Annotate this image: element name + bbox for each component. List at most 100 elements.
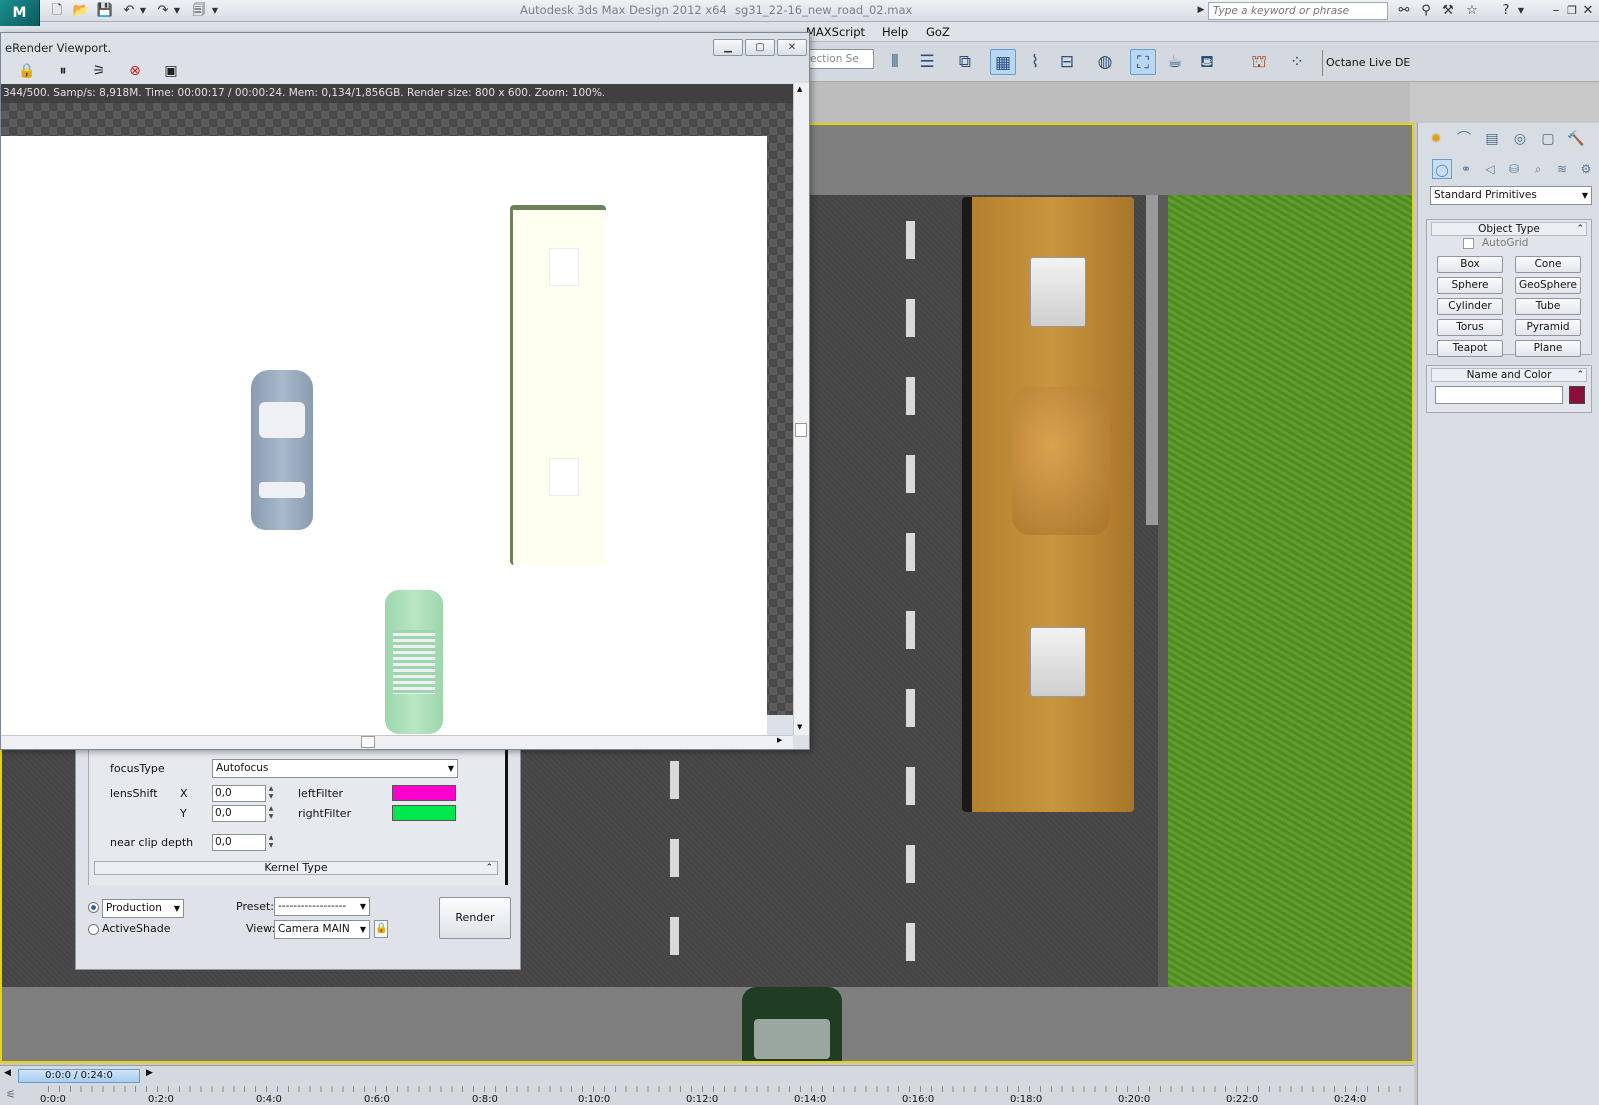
box-button[interactable]: Box <box>1437 256 1503 273</box>
torus-button[interactable]: Torus <box>1437 319 1503 336</box>
lock-view-icon[interactable]: 🔒 <box>374 920 388 938</box>
octane-live-button[interactable]: Octane Live DE <box>1322 50 1410 76</box>
shapes-icon[interactable]: ⚭ <box>1456 159 1476 179</box>
new-file-icon[interactable]: 🗋 <box>48 2 66 19</box>
helpers-icon[interactable]: ⌕ <box>1528 159 1548 179</box>
scroll-thumb[interactable] <box>361 736 375 748</box>
redo-icon[interactable]: ↷ <box>154 2 172 19</box>
menu-maxscript[interactable]: MAXScript <box>806 25 865 39</box>
communication-center-icon[interactable]: ⚒ <box>1438 1 1458 20</box>
modify-tab-icon[interactable]: ⌒ <box>1452 127 1476 151</box>
autogrid-checkbox[interactable] <box>1463 238 1474 249</box>
scroll-right-icon[interactable]: ▶ <box>777 736 782 744</box>
cameras-icon[interactable]: ⛁ <box>1504 159 1524 179</box>
undo-icon[interactable]: ↶ <box>120 2 138 19</box>
preset-dropdown[interactable]: ------------------ ▼ <box>274 897 370 916</box>
cylinder-button[interactable]: Cylinder <box>1437 298 1503 315</box>
teapot-button[interactable]: Teapot <box>1437 340 1503 357</box>
window-maximize-icon[interactable]: ▢ <box>745 39 775 56</box>
curve-editor-icon[interactable]: ⌇ <box>1022 49 1048 75</box>
rendered-frame-window-icon[interactable]: ☕ <box>1162 49 1188 75</box>
scroll-up-icon[interactable]: ▲ <box>797 85 802 93</box>
particle-icon[interactable]: ⁘ <box>1284 49 1310 75</box>
lens-shift-y-field[interactable]: 0,0 <box>212 805 266 822</box>
name-and-color-header[interactable]: Name and Color ⌃ <box>1431 368 1587 382</box>
view-dropdown[interactable]: Camera MAIN ▼ <box>274 920 370 939</box>
near-clip-field[interactable]: 0,0 <box>212 834 266 851</box>
time-slider-left-arrow[interactable]: ◀ <box>4 1068 11 1078</box>
primitive-category-dropdown[interactable]: Standard Primitives ▼ <box>1430 186 1592 205</box>
binoculars-icon[interactable]: ⚯ <box>1394 1 1414 20</box>
geosphere-button[interactable]: GeoSphere <box>1515 277 1581 294</box>
time-slider[interactable]: 0:0:0 / 0:24:0 <box>18 1069 140 1083</box>
help-dropdown-icon[interactable]: ▼ <box>1516 1 1526 20</box>
graphite-ribbon-icon[interactable]: ▦ <box>990 49 1016 75</box>
kernel-type-header[interactable]: Kernel Type ⌃ <box>94 861 498 875</box>
left-filter-color-swatch[interactable] <box>392 785 456 801</box>
render-output-image[interactable] <box>1 136 767 738</box>
save-icon[interactable]: 💾 <box>96 2 114 19</box>
activeshade-radio[interactable] <box>88 924 99 935</box>
help-icon[interactable]: ? <box>1496 1 1516 20</box>
project-folder-icon[interactable]: 🗐 <box>190 2 208 19</box>
window-close-icon[interactable]: ✕ <box>777 39 807 56</box>
application-menu-button[interactable]: M <box>0 0 40 26</box>
stop-render-icon[interactable]: ⊗ <box>123 61 147 81</box>
open-folder-icon[interactable]: 📂 <box>72 2 90 19</box>
vertical-scrollbar[interactable]: ▲ ▼ <box>793 83 809 735</box>
timeline-ruler[interactable] <box>48 1086 1408 1105</box>
time-slider-right-arrow[interactable]: ▶ <box>146 1068 153 1078</box>
focus-picker-icon[interactable]: ⚞ <box>87 61 111 81</box>
subscription-icon[interactable]: ⚲ <box>1416 1 1436 20</box>
plane-button[interactable]: Plane <box>1515 340 1581 357</box>
lens-shift-x-field[interactable]: 0,0 <box>212 785 266 802</box>
anchor-tool-icon[interactable]: ⛫ <box>1246 49 1272 75</box>
systems-icon[interactable]: ⚙ <box>1576 159 1596 179</box>
utilities-tab-icon[interactable]: 🔨 <box>1564 127 1588 151</box>
production-dropdown[interactable]: Production ▼ <box>102 899 184 918</box>
object-name-field[interactable] <box>1435 386 1563 404</box>
menu-goz[interactable]: GoZ <box>926 25 950 39</box>
qat-dropdown-icon[interactable]: ▼ <box>210 2 220 19</box>
scroll-thumb[interactable] <box>795 423 807 437</box>
named-selection-set-dropdown[interactable]: ection Se <box>806 49 874 69</box>
bus-model[interactable] <box>962 197 1134 812</box>
material-editor-icon[interactable]: ◍ <box>1092 49 1118 75</box>
restore-icon[interactable]: ❐ <box>1564 1 1580 20</box>
right-filter-color-swatch[interactable] <box>392 805 456 821</box>
menu-help[interactable]: Help <box>882 25 908 39</box>
minimize-icon[interactable]: – <box>1548 1 1564 20</box>
dark-green-car-model[interactable] <box>742 987 842 1061</box>
tube-button[interactable]: Tube <box>1515 298 1581 315</box>
focus-type-dropdown[interactable]: Autofocus ▼ <box>212 759 458 778</box>
object-color-swatch[interactable] <box>1569 386 1585 404</box>
hierarchy-tab-icon[interactable]: ▤ <box>1480 127 1504 151</box>
lights-icon[interactable]: ◁ <box>1480 159 1500 179</box>
render-production-icon[interactable]: ⛾ <box>1194 49 1220 75</box>
pause-icon[interactable]: ⏸ <box>51 61 75 81</box>
mirror-icon[interactable]: ⫴ <box>882 49 908 75</box>
production-radio[interactable] <box>88 902 99 913</box>
curve-editor-toggle-icon[interactable]: ⚟ <box>6 1088 30 1104</box>
space-warps-icon[interactable]: ≋ <box>1552 159 1572 179</box>
spinner-icon[interactable]: ▲ ▼ <box>266 785 276 802</box>
search-input[interactable] <box>1208 2 1388 20</box>
geometry-icon[interactable]: ◯ <box>1432 159 1452 179</box>
display-tab-icon[interactable]: ▢ <box>1536 127 1560 151</box>
lock-icon[interactable]: 🔒 <box>15 61 39 81</box>
spinner-icon[interactable]: ▲ ▼ <box>266 805 276 822</box>
pyramid-button[interactable]: Pyramid <box>1515 319 1581 336</box>
scroll-down-icon[interactable]: ▼ <box>797 723 802 731</box>
close-icon[interactable]: ✕ <box>1580 1 1596 20</box>
display-settings-icon[interactable]: ▣ <box>159 61 183 81</box>
align-icon[interactable]: ☰ <box>914 49 940 75</box>
horizontal-scrollbar[interactable]: ▶ <box>1 735 793 749</box>
motion-tab-icon[interactable]: ◎ <box>1508 127 1532 151</box>
cone-button[interactable]: Cone <box>1515 256 1581 273</box>
window-minimize-icon[interactable]: ▁ <box>713 39 743 56</box>
render-setup-icon[interactable]: ⛶ <box>1130 49 1156 75</box>
create-tab-icon[interactable]: ✹ <box>1424 127 1448 151</box>
expand-search-icon[interactable]: ▶ <box>1196 1 1206 20</box>
render-button[interactable]: Render <box>439 897 511 939</box>
redo-dropdown-icon[interactable]: ▼ <box>172 2 182 19</box>
